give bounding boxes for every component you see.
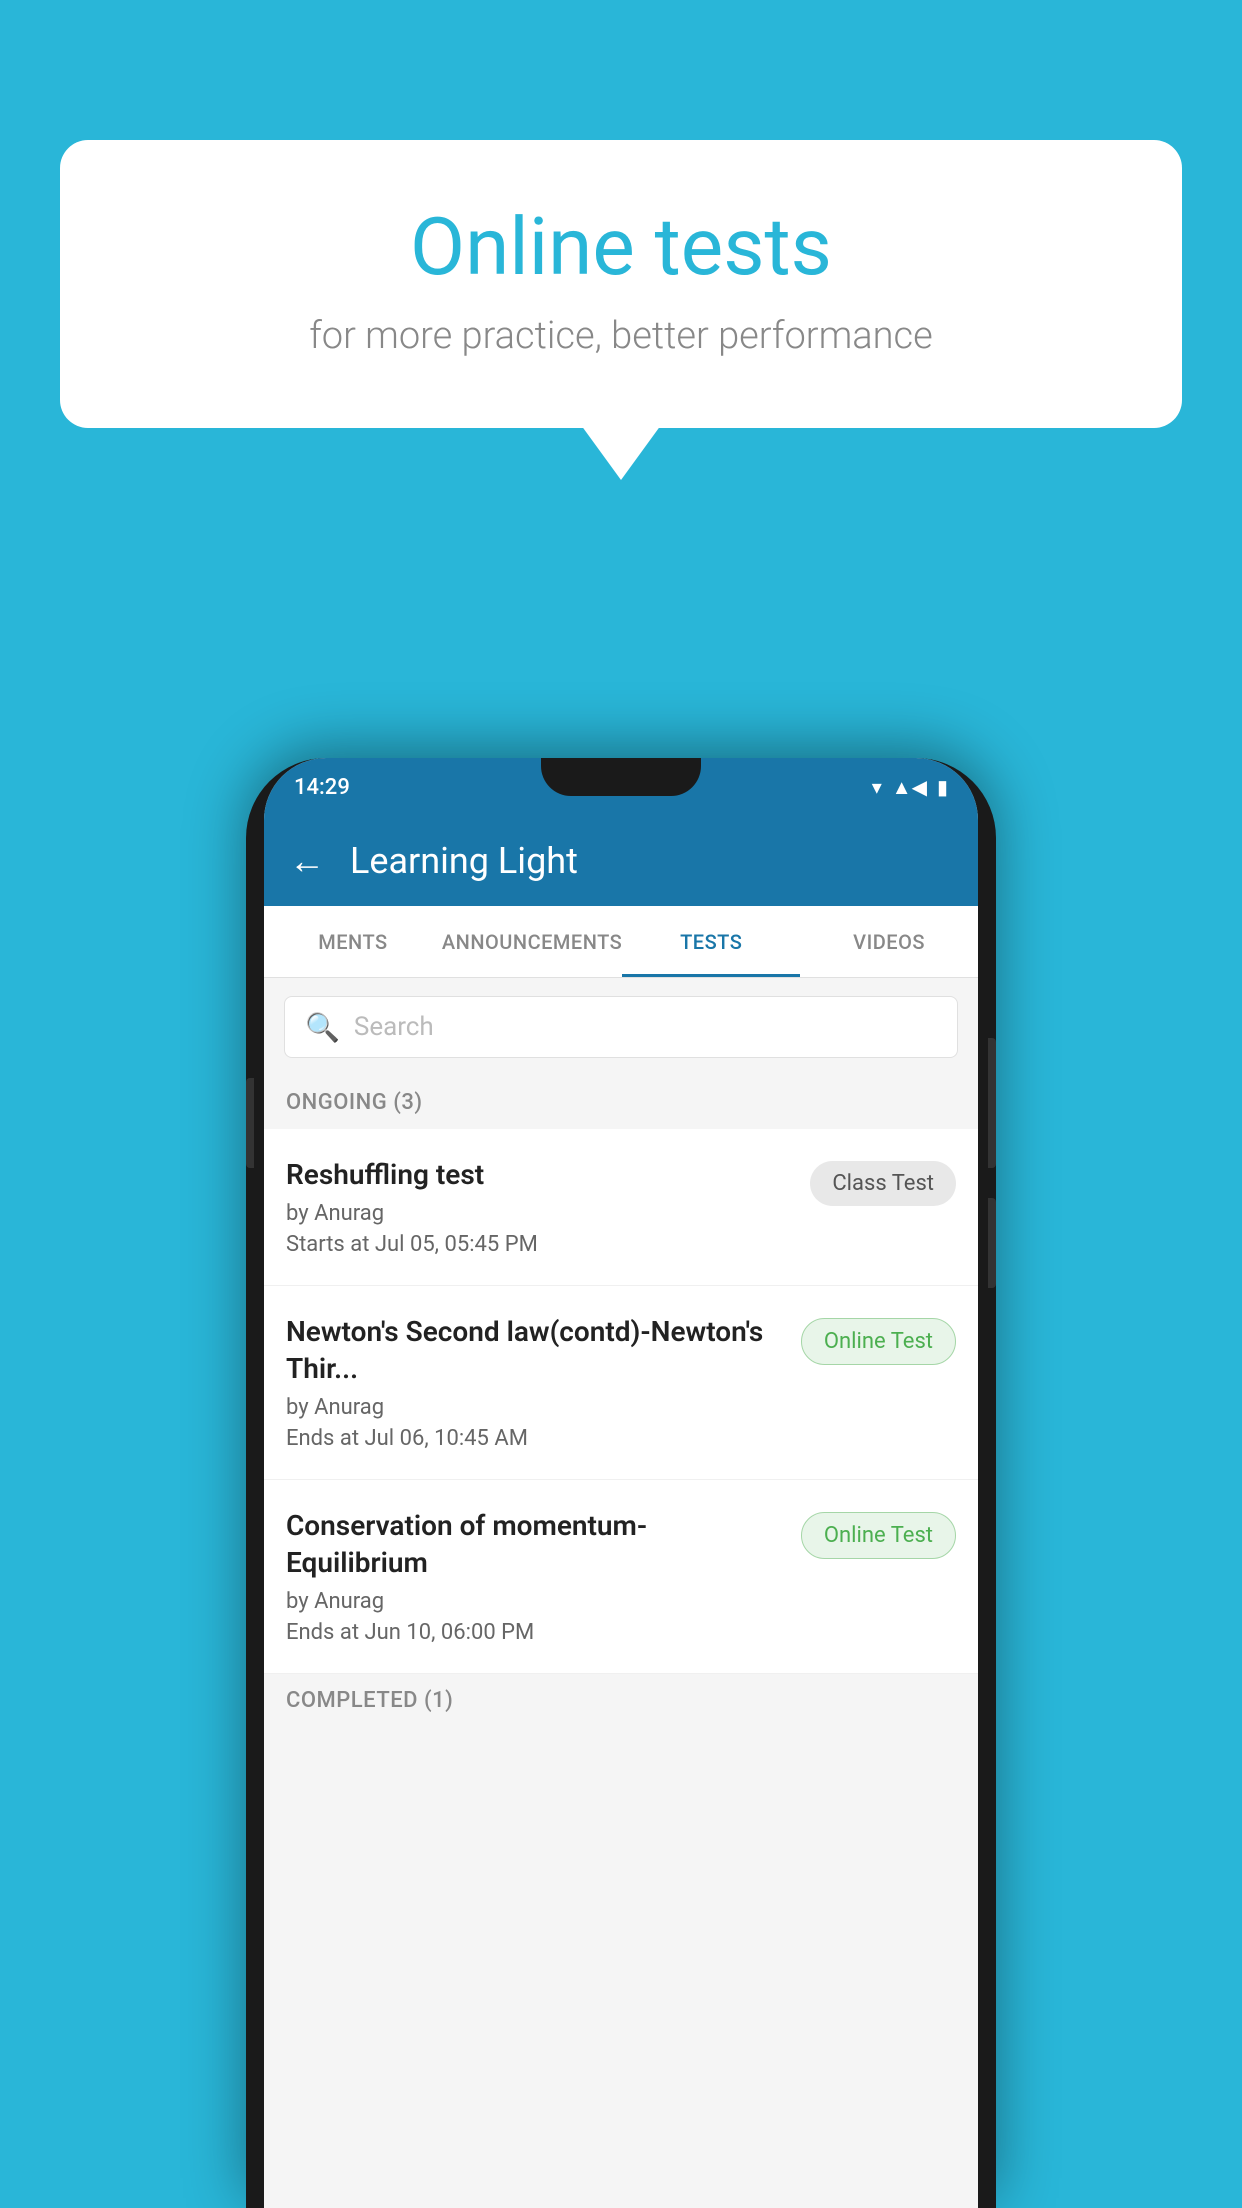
battery-icon: ▮ — [937, 775, 948, 799]
wifi-icon: ▾ — [872, 775, 882, 799]
tab-tests[interactable]: TESTS — [622, 906, 800, 977]
test-item-conservation[interactable]: Conservation of momentum-Equilibrium by … — [264, 1480, 978, 1674]
test-badge-reshuffling: Class Test — [810, 1161, 956, 1206]
test-badge-conservation: Online Test — [801, 1512, 956, 1559]
status-icons: ▾ ▲◀ ▮ — [872, 775, 948, 800]
test-time-conservation: Ends at Jun 10, 06:00 PM — [286, 1620, 785, 1645]
phone-screen: 14:29 ▾ ▲◀ ▮ ← Learning Light MENTS ANNO… — [264, 758, 978, 2208]
test-by-conservation: by Anurag — [286, 1589, 785, 1614]
test-item-reshuffling[interactable]: Reshuffling test by Anurag Starts at Jul… — [264, 1129, 978, 1286]
tab-videos[interactable]: VIDEOS — [800, 906, 978, 977]
test-name-conservation: Conservation of momentum-Equilibrium — [286, 1508, 785, 1581]
volume-button — [246, 1078, 254, 1168]
test-by-newton: by Anurag — [286, 1395, 785, 1420]
tab-announcements[interactable]: ANNOUNCEMENTS — [442, 906, 622, 977]
speech-bubble: Online tests for more practice, better p… — [60, 140, 1182, 428]
phone-frame: 14:29 ▾ ▲◀ ▮ ← Learning Light MENTS ANNO… — [246, 758, 996, 2208]
test-info-newton: Newton's Second law(contd)-Newton's Thir… — [286, 1314, 785, 1451]
search-container: 🔍 Search — [264, 978, 978, 1076]
ongoing-section-header: ONGOING (3) — [264, 1076, 978, 1129]
test-item-newton[interactable]: Newton's Second law(contd)-Newton's Thir… — [264, 1286, 978, 1480]
tab-ments[interactable]: MENTS — [264, 906, 442, 977]
status-time: 14:29 — [294, 775, 350, 800]
tests-list: Reshuffling test by Anurag Starts at Jul… — [264, 1129, 978, 1674]
completed-section-header: COMPLETED (1) — [264, 1674, 978, 1727]
search-box[interactable]: 🔍 Search — [284, 996, 958, 1058]
test-badge-newton: Online Test — [801, 1318, 956, 1365]
test-name-reshuffling: Reshuffling test — [286, 1157, 794, 1193]
search-placeholder: Search — [354, 1012, 434, 1042]
test-time-reshuffling: Starts at Jul 05, 05:45 PM — [286, 1232, 794, 1257]
volume-down-button — [988, 1198, 996, 1288]
promo-banner: Online tests for more practice, better p… — [60, 140, 1182, 428]
app-title: Learning Light — [350, 840, 578, 882]
signal-icon: ▲◀ — [892, 775, 927, 800]
back-button[interactable]: ← — [289, 840, 325, 882]
promo-title: Online tests — [140, 200, 1102, 294]
test-by-reshuffling: by Anurag — [286, 1201, 794, 1226]
test-name-newton: Newton's Second law(contd)-Newton's Thir… — [286, 1314, 785, 1387]
test-time-newton: Ends at Jul 06, 10:45 AM — [286, 1426, 785, 1451]
app-bar: ← Learning Light — [264, 816, 978, 906]
tabs-bar: MENTS ANNOUNCEMENTS TESTS VIDEOS — [264, 906, 978, 978]
promo-subtitle: for more practice, better performance — [140, 314, 1102, 358]
power-button — [988, 1038, 996, 1168]
search-icon: 🔍 — [305, 1011, 340, 1044]
status-bar: 14:29 ▾ ▲◀ ▮ — [264, 758, 978, 816]
test-info-conservation: Conservation of momentum-Equilibrium by … — [286, 1508, 785, 1645]
test-info-reshuffling: Reshuffling test by Anurag Starts at Jul… — [286, 1157, 794, 1257]
